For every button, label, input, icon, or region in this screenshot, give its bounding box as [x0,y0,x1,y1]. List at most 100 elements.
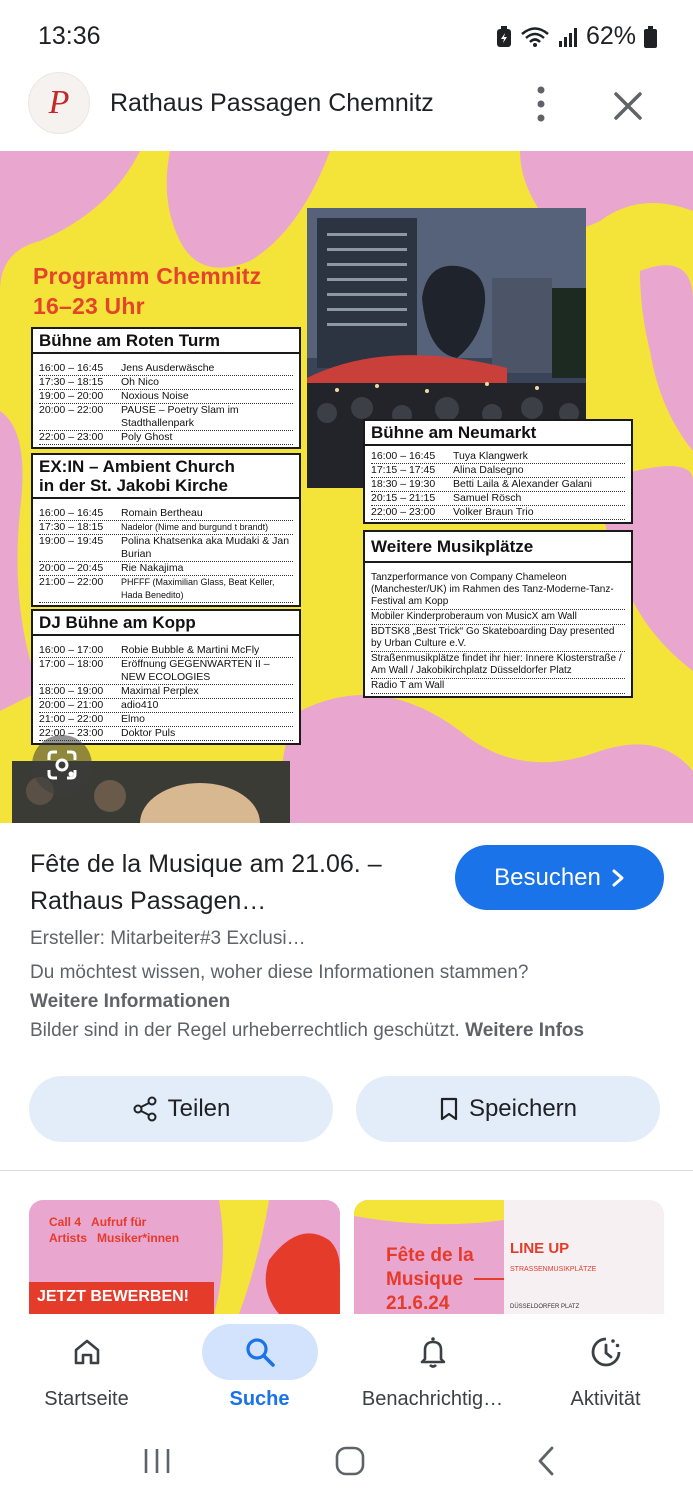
row-act: Polina Khatsenka aka Mudaki & Jan Burian [121,535,290,560]
thumbnail-sub: STRASSENMUSIKPLÄTZE [510,1266,597,1273]
site-logo[interactable]: P [28,72,90,134]
row-act: Nadelor (Nime and burgund t brandt) [121,522,269,532]
schedule-weitere-musikplaetze: Weitere Musikplätze Tanzperformance von … [363,530,633,698]
schedule-row: 16:00 – 16:45 Romain Bertheau [39,507,293,521]
schedule-row: 19:00 – 20:00 Noxious Noise [39,390,293,404]
poster-title-line2: 16–23 Uhr [33,293,145,319]
row-time: 16:00 – 16:45 [371,450,436,462]
schedule-neumarkt: Bühne am Neumarkt 16:00 – 16:45 Tuya Klan… [363,419,633,524]
row-time: 17:15 – 17:45 [371,464,436,476]
share-button[interactable]: Teilen [29,1076,333,1142]
related-image-thumbnail[interactable]: Fête de la Musique 21.6.24 LINE UP STRAS… [354,1200,664,1314]
nav-aktivitaet[interactable]: Aktivität [519,1314,692,1426]
schedule-row: 20:00 – 20:45 Rie Nakajima [39,562,293,576]
schedule-row: 21:00 – 22:00 PHFFF (Maximilian Glass, Be… [39,576,293,603]
schedule-note: Tanzperformance von Company Chameleon (M… [371,571,625,610]
schedule-jakobi-kirche: EX:IN – Ambient Church in der St. Jakobi … [31,453,301,607]
poster-title-line1: Programm Chemnitz [33,263,262,289]
schedule-roter-turm: Bühne am Roten Turm 16:00 – 16:45 Jens Au… [31,327,301,449]
thumb-text: Call 4 [49,1215,82,1229]
row-time: 20:15 – 21:15 [371,492,436,504]
result-title[interactable]: Fête de la Musique am 21.06. – Rathaus P… [30,846,430,920]
schedule-row: 22:00 – 23:00 Volker Braun Trio [371,506,625,520]
row-time: 17:30 – 18:15 [39,376,104,388]
thumbnail-callout: Call 4 Aufruf für Artists Musiker*innen [49,1214,179,1246]
nav-label: Benachrichtig… [361,1388,504,1410]
result-image[interactable]: Programm Chemnitz 16–23 Uhr Bühne am Rot… [0,151,693,823]
chevron-right-icon [612,869,624,886]
schedule-row: 16:00 – 16:45 Jens Ausderwäsche [39,362,293,376]
thumb-text: 21.6.24 [386,1293,450,1314]
back-icon[interactable] [534,1445,558,1477]
close-button[interactable] [608,86,648,126]
battery-saver-icon [496,25,511,47]
row-time: 19:00 – 19:45 [39,535,104,547]
schedule-row: 19:00 – 19:45 Polina Khatsenka aka Mudaki… [39,535,293,562]
schedule-rows: 16:00 – 16:45 Romain Bertheau 17:30 – 18:… [33,499,299,605]
schedule-notes: Tanzperformance von Company Chameleon (M… [365,563,631,696]
nav-benachrichtigungen[interactable]: Benachrichtig… [346,1314,519,1426]
copyright-text: Bilder sind in der Regel urheberrechtlic… [30,1020,466,1041]
copyright-more-link[interactable]: Weitere Infos [465,1020,584,1041]
bookmark-icon [440,1097,458,1121]
save-label: Speichern [468,1095,578,1122]
activity-icon [548,1324,664,1380]
thumbnail-lineup: LINE UP [510,1240,570,1257]
nav-label: Suche [229,1388,290,1410]
lens-icon [47,750,77,780]
thumb-text: Musiker*innen [97,1231,180,1245]
row-act: Noxious Noise [121,390,189,402]
stage-name-line2: in der St. Jakobi Kirche [39,476,228,495]
row-act: Volker Braun Trio [453,506,534,518]
home-icon [29,1324,145,1380]
visit-button[interactable]: Besuchen [455,845,664,910]
row-time: 16:00 – 16:45 [39,507,104,519]
thumb-text: Fête de la [386,1245,474,1266]
home-button-icon[interactable] [334,1445,366,1477]
row-act: Alina Dalsegno [453,464,524,476]
close-icon [614,92,642,120]
schedule-note: Straßenmusikplätze findet ihr hier: Inne… [371,652,625,679]
row-act: PHFFF (Maximilian Glass, Beat Keller, Ha… [121,577,275,600]
status-icons: 62% [496,22,657,51]
signal-icon [558,27,577,47]
schedule-note: Mobiler Kinderproberaum von MusicX am Wa… [371,610,625,625]
schedule-row: 17:15 – 17:45 Alina Dalsegno [371,464,625,478]
battery-percent: 62% [585,22,636,50]
share-icon [133,1096,157,1122]
more-options-button[interactable] [523,84,559,124]
schedule-note: BDTSK8 „Best Trick“ Go Skateboarding Day… [371,625,625,652]
row-act: Robie Bubble & Martini McFly [121,644,260,656]
more-vert-icon [537,86,545,122]
schedule-row: 20:15 – 21:15 Samuel Rösch [371,492,625,506]
stage-name-line1: EX:IN – Ambient Church [39,457,235,476]
poster-title: Programm Chemnitz 16–23 Uhr [33,261,261,321]
stage-name: Bühne am Neumarkt [365,421,631,446]
row-time: 20:00 – 22:00 [39,404,104,416]
row-act: Jens Ausderwäsche [121,362,215,374]
nav-label: Startseite [44,1388,129,1410]
row-time: 22:00 – 23:00 [371,506,436,518]
schedule-row: 22:00 – 23:00 Poly Ghost [39,431,293,445]
status-time: 13:36 [38,22,101,50]
info-question: Du möchtest wissen, woher diese Informat… [30,962,529,983]
schedule-row: 17:30 – 18:15 Oh Nico [39,376,293,390]
related-image-thumbnail[interactable]: Call 4 Aufruf für Artists Musiker*innen … [29,1200,340,1314]
row-time: 18:30 – 19:30 [371,478,436,490]
recent-apps-icon[interactable] [142,1446,172,1476]
row-act: Eröffnung GEGENWARTEN II – NEW ECOLOGIES [121,658,270,683]
visit-button-label: Besuchen [494,863,601,891]
nav-startseite[interactable]: Startseite [0,1314,173,1426]
lens-search-button[interactable] [32,735,92,795]
save-button[interactable]: Speichern [356,1076,660,1142]
row-act: Romain Bertheau [121,507,203,519]
thumb-text: Artists [49,1231,88,1245]
lens-result-header: P Rathaus Passagen Chemnitz [0,72,693,138]
schedule-rows: 16:00 – 16:45 Jens Ausderwäsche 17:30 – 1… [33,354,299,447]
row-act: Betti Laila & Alexander Galani [453,478,592,490]
site-title[interactable]: Rathaus Passagen Chemnitz [110,89,434,118]
schedule-rows: 16:00 – 16:45 Tuya Klangwerk 17:15 – 17:4… [365,446,631,522]
row-act: Samuel Rösch [453,492,522,504]
nav-suche[interactable]: Suche [173,1314,346,1426]
more-info-link[interactable]: Weitere Informationen [30,991,230,1013]
